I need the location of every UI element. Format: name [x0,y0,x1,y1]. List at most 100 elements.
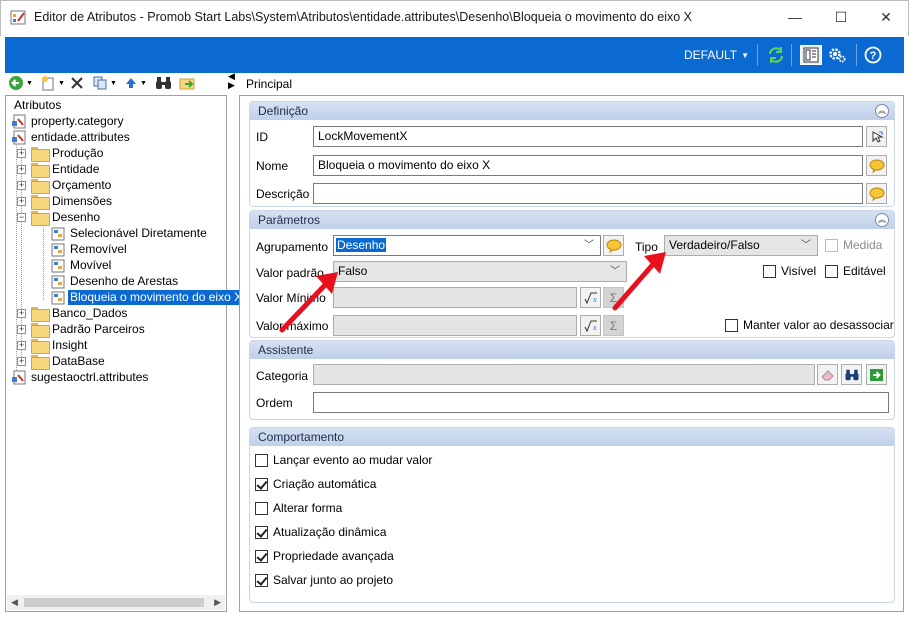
expand-icon[interactable]: + [17,325,26,334]
collapse-chevron-icon[interactable]: ︽ [875,104,889,118]
categoria-field[interactable] [313,364,815,385]
horizontal-scrollbar[interactable]: ◀ ▶ [7,595,225,610]
nome-field[interactable]: Bloqueia o movimento do eixo X [313,155,863,176]
settings-button[interactable] [826,45,848,65]
tree-item-dimensoes[interactable]: Dimensões [31,193,114,210]
tree-item-desenho-arestas[interactable]: Desenho de Arestas [50,273,180,289]
expand-icon[interactable]: + [17,309,26,318]
nome-translate-button[interactable] [866,155,887,176]
group-title: Assistente [258,343,314,357]
speech-bubble-icon [869,187,884,201]
tree-item-insight[interactable]: Insight [31,337,89,354]
caret-down-icon: ▼ [58,79,65,87]
scrollbar-thumb[interactable] [24,598,204,607]
tree-item-selecionavel[interactable]: Selecionável Diretamente [50,225,209,241]
categoria-search-button[interactable] [841,364,862,385]
tree-label: DataBase [52,353,105,368]
editavel-checkbox[interactable]: Editável [825,264,886,278]
checkbox-box [255,501,268,515]
categoria-clear-button[interactable] [817,364,838,385]
tree-item-producao[interactable]: Produção [31,145,105,162]
tree-item-sugestaoctrl[interactable]: sugestaoctrl.attributes [11,369,150,385]
folder-icon [31,162,50,178]
scroll-right-icon[interactable]: ▶ [214,597,221,608]
id-picker-button[interactable] [866,126,887,147]
attribute-icon [51,227,65,240]
toolbar-separator [856,44,857,66]
back-button[interactable]: ▼ [8,74,33,92]
tab-principal[interactable]: Principal [246,77,292,91]
panel-splitter[interactable]: ◀ ▶ [228,72,238,90]
expand-icon[interactable]: + [17,357,26,366]
alterar-forma-checkbox[interactable]: Alterar forma [255,501,342,515]
tree-item-orcamento[interactable]: Orçamento [31,177,113,194]
expand-icon[interactable]: + [17,341,26,350]
minimize-button[interactable]: — [772,1,818,33]
tree-item-banco-dados[interactable]: Banco_Dados [31,305,129,322]
manter-valor-checkbox[interactable]: Manter valor ao desassociar [725,318,894,332]
propriedade-avancada-checkbox[interactable]: Propriedade avançada [255,549,394,563]
maximize-button[interactable]: ☐ [818,1,864,33]
folder-open-icon [31,210,50,226]
lancar-evento-checkbox[interactable]: Lançar evento ao mudar valor [255,453,432,467]
tree-item-entidade-attributes[interactable]: entidade.attributes [11,129,132,145]
descricao-translate-button[interactable] [866,183,887,204]
cursor-select-icon [872,130,884,143]
delete-icon [71,77,83,89]
toolbar-separator [791,44,792,66]
checkbox-label: Editável [843,264,886,278]
tree-item-bloqueia-eixo-x[interactable]: Bloqueia o movimento do eixo X [50,289,245,305]
folder-icon [31,354,50,370]
checkbox-box [825,264,838,278]
expand-icon[interactable]: + [17,149,26,158]
close-button[interactable]: ✕ [863,1,909,33]
collapse-chevron-icon[interactable]: ︽ [875,213,889,227]
caret-down-icon: ▼ [110,79,117,87]
arrow-right-icon [870,368,883,381]
refresh-button[interactable] [765,45,787,65]
checkbox-label: Medida [843,238,883,252]
import-button[interactable] [179,74,196,92]
id-field[interactable]: LockMovementX [313,126,863,147]
checkbox-label: Salvar junto ao projeto [273,573,394,587]
attribute-tree: Atributos property.category entidade.att… [5,95,245,612]
attribute-icon [51,275,65,288]
copy-button[interactable]: ▼ [92,74,117,92]
medida-checkbox[interactable]: Medida [825,238,882,252]
expand-right-icon[interactable]: ▶ [228,81,238,90]
tree-item-movivel[interactable]: Movível [50,257,113,273]
group-header: Definição ︽ [250,102,894,120]
visivel-checkbox[interactable]: Visível [763,264,816,278]
ordem-field[interactable] [313,392,889,413]
layout-button[interactable] [800,45,822,65]
checkbox-box [255,453,268,467]
move-up-button[interactable]: ▼ [124,74,147,92]
atualizacao-dinamica-checkbox[interactable]: Atualização dinâmica [255,525,386,539]
tree-item-property-category[interactable]: property.category [11,113,126,129]
profile-dropdown[interactable]: DEFAULT ▼ [684,48,749,62]
criacao-automatica-checkbox[interactable]: Criação automática [255,477,376,491]
find-button[interactable] [155,74,172,92]
tree-item-removivel[interactable]: Removível [50,241,129,257]
collapse-icon[interactable]: − [17,213,26,222]
tree-item-entidade[interactable]: Entidade [31,161,101,178]
help-button[interactable]: ? [862,45,884,65]
tree-label: Padrão Parceiros [52,321,145,336]
categoria-go-button[interactable] [866,364,887,385]
tree-label: property.category [31,113,124,128]
window-title: Editor de Atributos - Promob Start Labs\… [34,10,692,24]
delete-button[interactable] [70,74,84,92]
tree-item-database[interactable]: DataBase [31,353,107,370]
tree-item-desenho[interactable]: Desenho [31,209,102,226]
expand-icon[interactable]: + [17,197,26,206]
expand-icon[interactable]: + [17,181,26,190]
salvar-projeto-checkbox[interactable]: Salvar junto ao projeto [255,573,393,587]
attribute-icon [51,291,65,304]
expand-icon[interactable]: + [17,165,26,174]
maximize-icon: ☐ [834,8,848,25]
tree-root[interactable]: Atributos [12,97,63,113]
tree-item-padrao-parceiros[interactable]: Padrão Parceiros [31,321,147,338]
descricao-field[interactable] [313,183,863,204]
new-item-button[interactable]: ▼ [40,74,65,92]
scroll-left-icon[interactable]: ◀ [11,597,18,608]
